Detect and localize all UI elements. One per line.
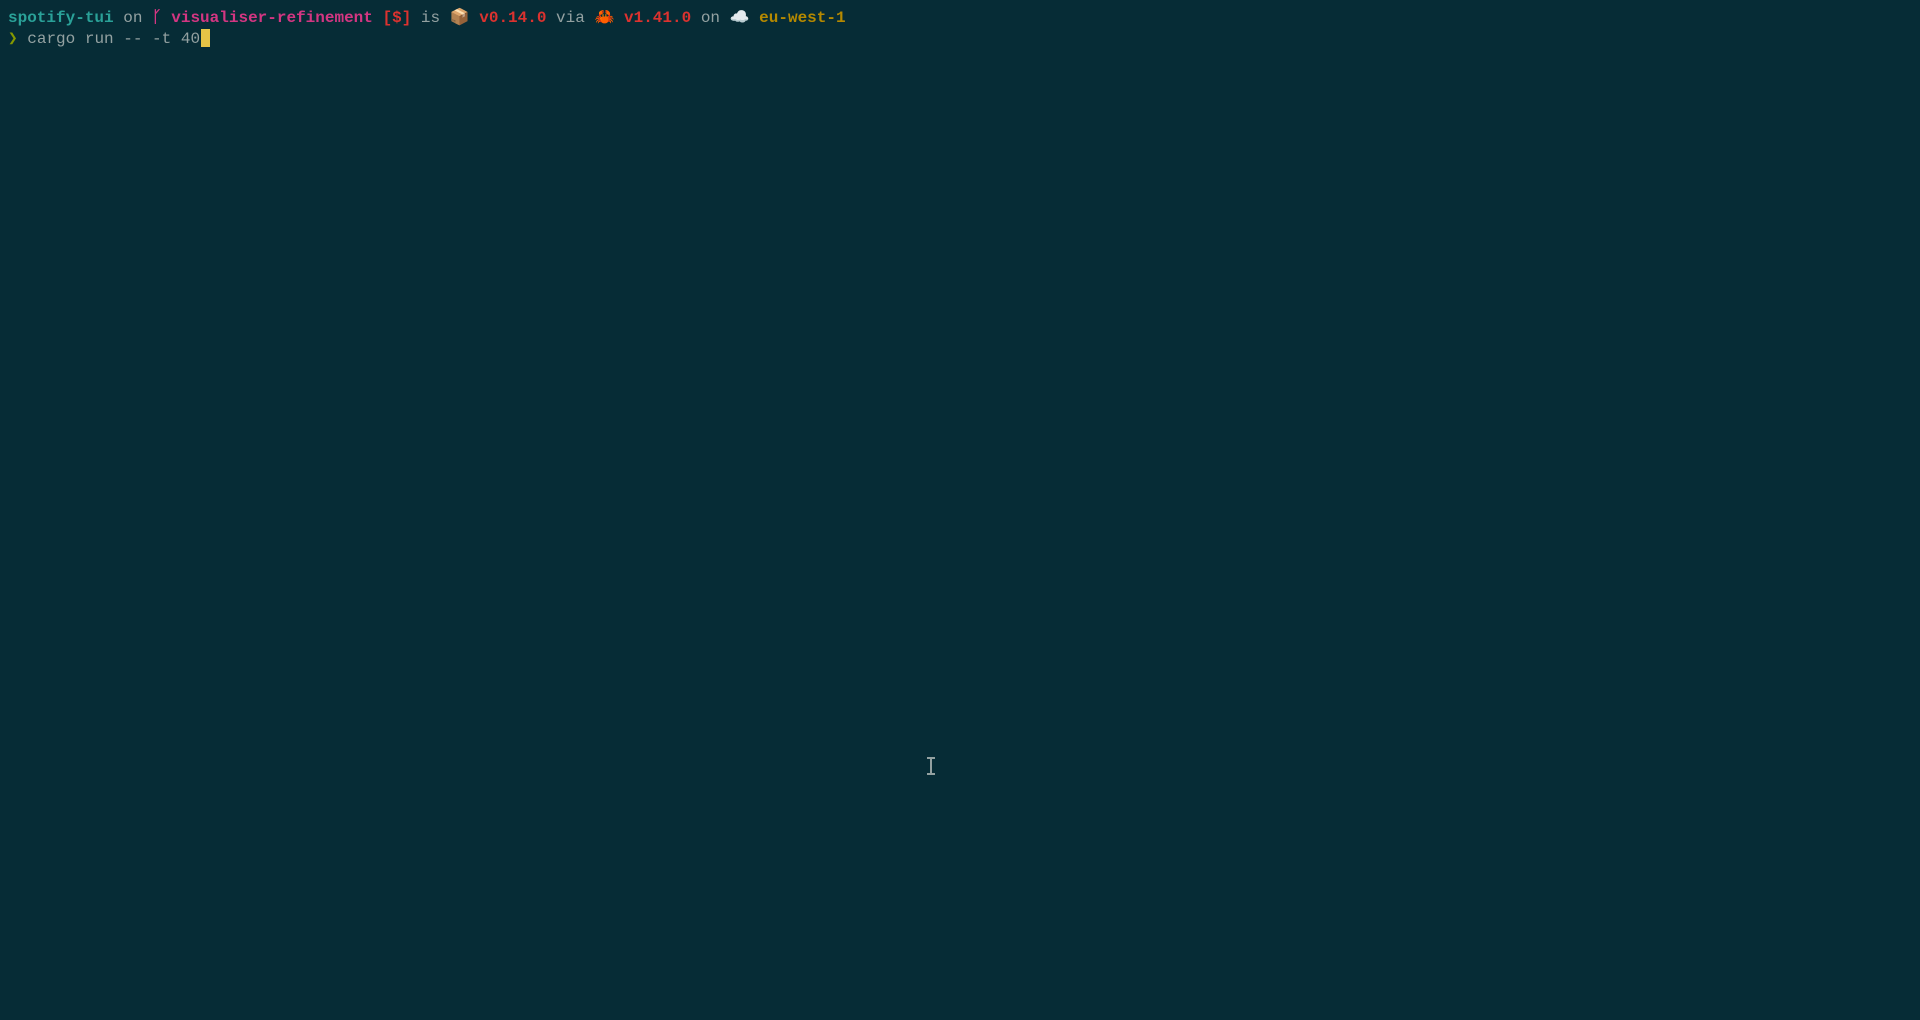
package-version: v0.14.0 bbox=[479, 8, 546, 29]
git-branch-icon: ᚴ bbox=[152, 8, 162, 29]
command-input-line[interactable]: ❯ cargo run -- -t 40 bbox=[8, 29, 1912, 50]
aws-region: eu-west-1 bbox=[759, 8, 845, 29]
rust-icon: 🦀 bbox=[594, 8, 624, 29]
separator-via: via bbox=[546, 8, 594, 29]
command-text: cargo run -- -t 40 bbox=[27, 29, 200, 50]
terminal-cursor bbox=[201, 29, 210, 47]
prompt-line: spotify-tui on ᚴ visualiser-refinement [… bbox=[8, 8, 1912, 29]
rust-version: v1.41.0 bbox=[624, 8, 691, 29]
separator-on: on bbox=[114, 8, 152, 29]
mouse-text-cursor-icon bbox=[930, 758, 932, 774]
separator-is: is bbox=[411, 8, 449, 29]
git-status: [$] bbox=[373, 8, 411, 29]
git-branch-name: visualiser-refinement bbox=[171, 8, 373, 29]
prompt-arrow: ❯ bbox=[8, 29, 27, 50]
directory-name: spotify-tui bbox=[8, 8, 114, 29]
separator-on2: on bbox=[691, 8, 729, 29]
cloud-icon: ☁️ bbox=[730, 8, 760, 29]
package-icon: 📦 bbox=[450, 8, 480, 29]
spacer bbox=[162, 8, 172, 29]
